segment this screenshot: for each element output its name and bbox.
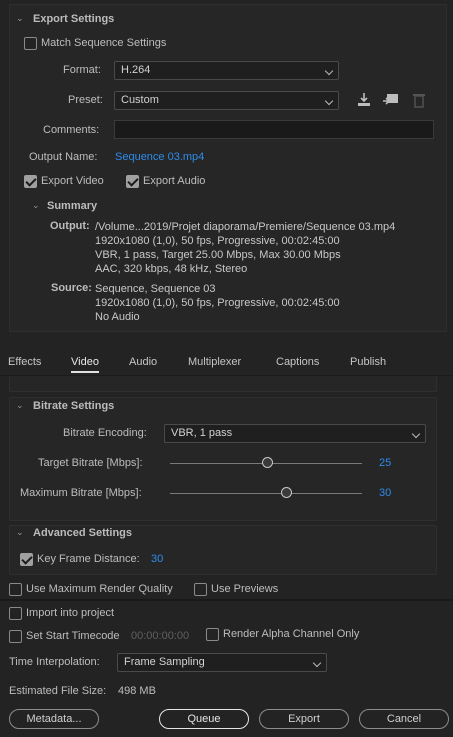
chevron-down-icon bbox=[324, 96, 334, 106]
estimated-file-size-label: Estimated File Size: bbox=[9, 685, 107, 697]
import-into-project-checkbox[interactable] bbox=[9, 607, 22, 620]
preset-dropdown[interactable]: Custom bbox=[114, 91, 339, 110]
comments-input[interactable] bbox=[114, 120, 434, 139]
format-value: H.264 bbox=[121, 64, 151, 76]
key-frame-value[interactable]: 30 bbox=[151, 553, 163, 565]
chevron-down-icon bbox=[312, 658, 322, 668]
time-interpolation-label: Time Interpolation: bbox=[9, 656, 100, 668]
match-sequence-checkbox[interactable] bbox=[24, 37, 37, 50]
start-timecode-checkbox[interactable] bbox=[9, 630, 22, 643]
queue-button[interactable]: Queue bbox=[159, 709, 249, 729]
tab-multiplexer[interactable]: Multiplexer bbox=[188, 356, 241, 368]
export-video-checkbox[interactable] bbox=[24, 175, 37, 188]
summary-source-line: Sequence, Sequence 03 bbox=[95, 283, 216, 295]
summary-collapse-icon[interactable]: ⌄ bbox=[32, 200, 40, 211]
bitrate-collapse-icon[interactable]: ⌄ bbox=[16, 400, 24, 411]
target-bitrate-value[interactable]: 25 bbox=[379, 457, 391, 469]
summary-output-label: Output: bbox=[50, 220, 90, 232]
bitrate-settings-title: Bitrate Settings bbox=[33, 400, 115, 412]
bitrate-encoding-dropdown[interactable]: VBR, 1 pass bbox=[164, 424, 426, 443]
summary-source-line: 1920x1080 (1,0), 50 fps, Progressive, 00… bbox=[95, 297, 340, 309]
format-dropdown[interactable]: H.264 bbox=[114, 61, 339, 80]
use-previews-label: Use Previews bbox=[211, 583, 279, 595]
export-settings-title: Export Settings bbox=[33, 13, 115, 25]
export-settings-collapse-icon[interactable]: ⌄ bbox=[16, 13, 24, 24]
key-frame-checkbox[interactable] bbox=[20, 553, 33, 566]
preset-value: Custom bbox=[121, 94, 159, 106]
target-bitrate-knob[interactable] bbox=[262, 457, 273, 468]
preset-label: Preset: bbox=[68, 94, 103, 106]
time-interpolation-dropdown[interactable]: Frame Sampling bbox=[117, 653, 327, 672]
summary-output-line: VBR, 1 pass, Target 25.00 Mbps, Max 30.0… bbox=[95, 249, 341, 261]
export-button[interactable]: Export bbox=[259, 709, 349, 729]
export-audio-label: Export Audio bbox=[143, 175, 206, 187]
export-audio-checkbox[interactable] bbox=[126, 175, 139, 188]
render-alpha-checkbox[interactable] bbox=[206, 628, 219, 641]
time-interpolation-value: Frame Sampling bbox=[124, 656, 205, 668]
summary-title: Summary bbox=[47, 200, 98, 212]
tab-publish[interactable]: Publish bbox=[350, 356, 386, 368]
summary-output-line: /Volume...2019/Projet diaporama/Premiere… bbox=[95, 221, 396, 233]
max-bitrate-label: Maximum Bitrate [Mbps]: bbox=[20, 487, 142, 499]
bitrate-encoding-value: VBR, 1 pass bbox=[171, 427, 233, 439]
summary-source-line: No Audio bbox=[95, 311, 140, 323]
summary-source-text: Sequence, Sequence 03 1920x1080 (1,0), 5… bbox=[95, 282, 340, 324]
max-render-quality-label: Use Maximum Render Quality bbox=[26, 583, 173, 595]
use-previews-checkbox[interactable] bbox=[194, 583, 207, 596]
render-alpha-label: Render Alpha Channel Only bbox=[223, 628, 360, 640]
tab-audio[interactable]: Audio bbox=[129, 356, 157, 368]
target-bitrate-label: Target Bitrate [Mbps]: bbox=[38, 457, 143, 469]
save-preset-icon[interactable] bbox=[356, 92, 372, 108]
advanced-settings-title: Advanced Settings bbox=[33, 527, 133, 539]
tab-effects[interactable]: Effects bbox=[8, 356, 41, 368]
output-name-label: Output Name: bbox=[29, 151, 98, 163]
summary-source-label: Source: bbox=[51, 282, 92, 294]
tab-video[interactable]: Video bbox=[71, 356, 99, 373]
partial-panel bbox=[9, 376, 437, 392]
key-frame-label: Key Frame Distance: bbox=[37, 553, 140, 565]
output-name-link[interactable]: Sequence 03.mp4 bbox=[115, 151, 204, 163]
tab-captions[interactable]: Captions bbox=[276, 356, 319, 368]
advanced-collapse-icon[interactable]: ⌄ bbox=[16, 527, 24, 538]
chevron-down-icon bbox=[411, 429, 421, 439]
chevron-down-icon bbox=[324, 66, 334, 76]
max-render-quality-checkbox[interactable] bbox=[9, 583, 22, 596]
summary-output-text: /Volume...2019/Projet diaporama/Premiere… bbox=[95, 220, 395, 276]
export-video-label: Export Video bbox=[41, 175, 104, 187]
metadata-button[interactable]: Metadata... bbox=[9, 709, 99, 729]
estimated-file-size-value: 498 MB bbox=[118, 685, 156, 697]
start-timecode-value: 00:00:00:00 bbox=[131, 630, 190, 642]
cancel-button[interactable]: Cancel bbox=[359, 709, 449, 729]
max-bitrate-slider[interactable] bbox=[170, 493, 362, 494]
comments-label: Comments: bbox=[43, 124, 100, 136]
import-into-project-label: Import into project bbox=[26, 607, 115, 619]
max-bitrate-value[interactable]: 30 bbox=[379, 487, 391, 499]
import-preset-icon[interactable] bbox=[382, 92, 400, 108]
summary-output-line: AAC, 320 kbps, 48 kHz, Stereo bbox=[95, 263, 248, 275]
start-timecode-label: Set Start Timecode bbox=[26, 630, 120, 642]
max-bitrate-knob[interactable] bbox=[281, 487, 292, 498]
format-label: Format: bbox=[63, 64, 101, 76]
summary-output-line: 1920x1080 (1,0), 50 fps, Progressive, 00… bbox=[95, 235, 340, 247]
bitrate-encoding-label: Bitrate Encoding: bbox=[63, 427, 147, 439]
match-sequence-label: Match Sequence Settings bbox=[41, 37, 167, 49]
delete-preset-icon[interactable] bbox=[412, 92, 426, 108]
